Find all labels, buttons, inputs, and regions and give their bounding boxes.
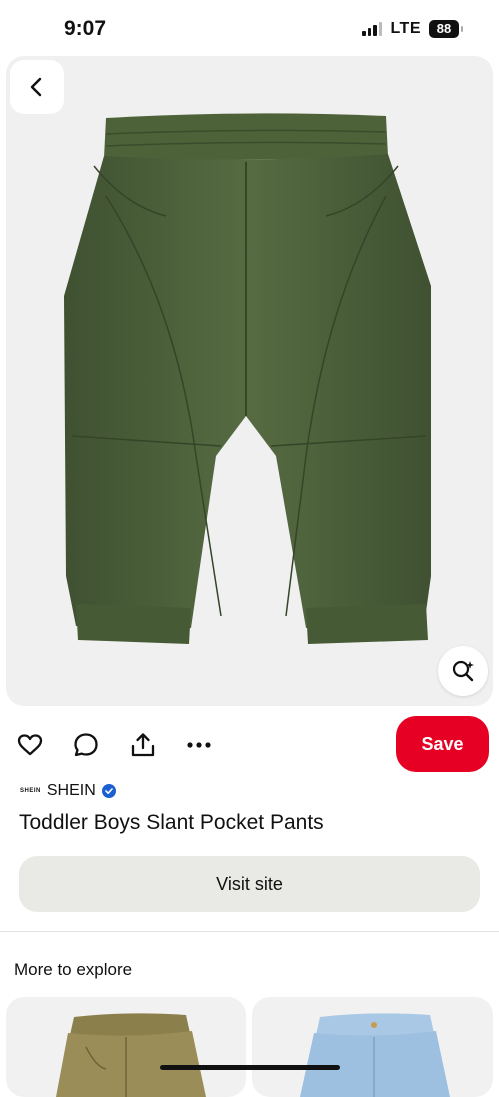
product-image[interactable] [6, 56, 493, 706]
verified-badge-icon [101, 784, 116, 798]
battery-icon: 88 [429, 20, 463, 38]
jeans-thumbnail [300, 1013, 450, 1097]
brand-logo: SHEIN [20, 788, 41, 794]
brand-row[interactable]: SHEIN SHEIN [20, 782, 116, 800]
brand-name[interactable]: SHEIN [47, 782, 96, 800]
divider [0, 931, 499, 932]
explore-heading: More to explore [14, 960, 133, 979]
pants-thumbnail [56, 1013, 206, 1097]
back-button[interactable] [10, 60, 64, 114]
status-time: 9:07 [64, 17, 107, 40]
pants-image [64, 113, 431, 644]
network-label: LTE [390, 20, 421, 37]
lens-icon [452, 660, 474, 682]
explore-card[interactable] [252, 997, 493, 1097]
comment-icon[interactable] [71, 730, 101, 760]
signal-icon [362, 22, 383, 36]
explore-card[interactable] [6, 997, 246, 1097]
more-icon[interactable] [184, 730, 214, 760]
product-title: Toddler Boys Slant Pocket Pants [19, 811, 324, 834]
status-indicators: LTE 88 [362, 20, 463, 38]
share-icon[interactable] [128, 730, 158, 760]
save-button[interactable]: Save [396, 716, 489, 772]
heart-icon[interactable] [15, 730, 45, 760]
status-bar: 9:07 LTE 88 [0, 0, 499, 56]
visual-search-button[interactable] [438, 646, 488, 696]
chevron-left-icon [30, 77, 42, 97]
home-indicator[interactable] [160, 1065, 340, 1070]
visit-site-button[interactable]: Visit site [19, 856, 480, 912]
